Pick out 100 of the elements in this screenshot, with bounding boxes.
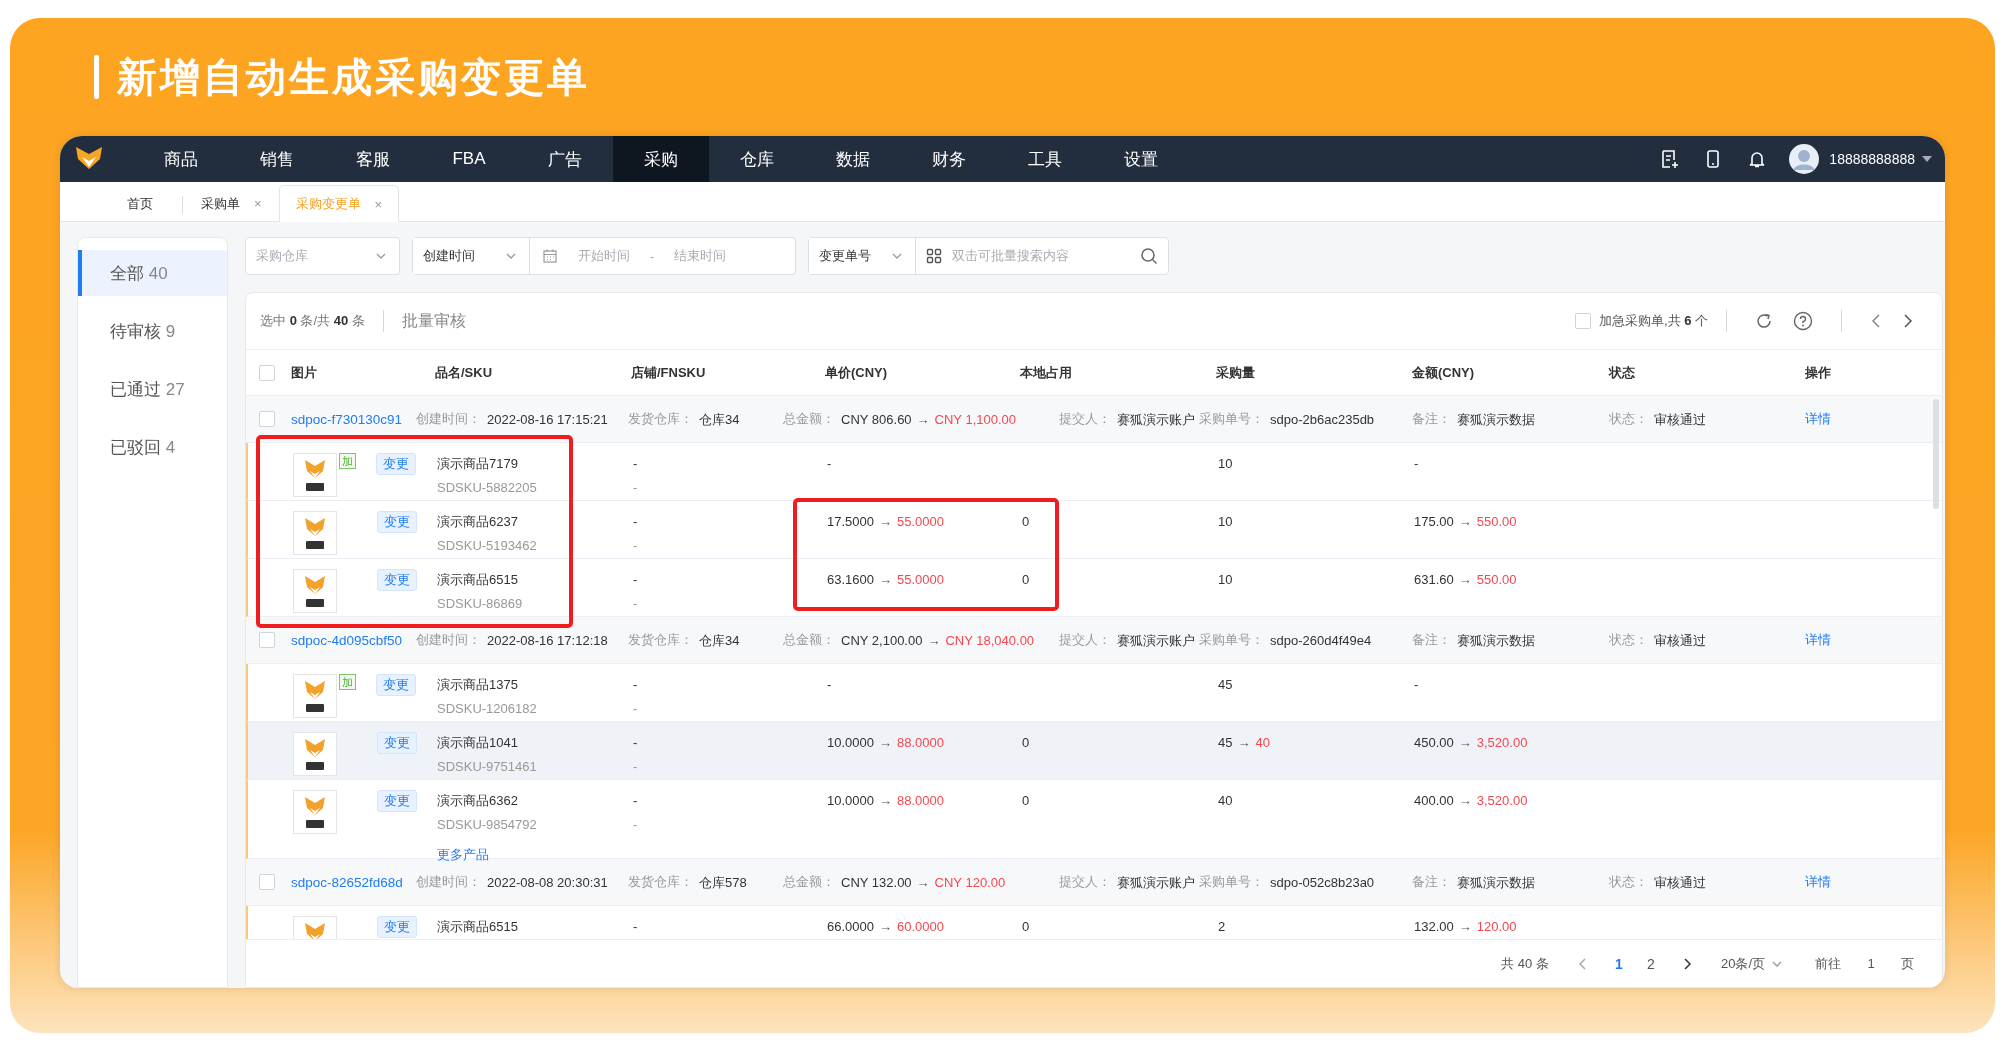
sku-text: SDSKU-86869 (437, 595, 524, 613)
field-label: 创建时间： (416, 410, 481, 428)
page-size-select[interactable]: 20条/页 (1720, 954, 1783, 973)
table-cell-text: - (633, 758, 639, 776)
chevron-left-icon[interactable] (1870, 313, 1882, 329)
tab-label[interactable]: 采购单 (201, 194, 240, 213)
change-tag: 变更 (377, 790, 417, 812)
title-bar (94, 55, 99, 99)
table-cell-text: CNY 2,100.00 → CNY 18,040.00 (841, 632, 1035, 650)
table-cell-text: 2022-08-16 17:15:21 (487, 411, 608, 429)
table-cell-text: 审核通过 (1654, 632, 1706, 650)
chevron-right-icon[interactable] (1902, 313, 1914, 329)
page-number[interactable]: 1 (1602, 955, 1635, 972)
table-cell-text: 赛狐演示数据 (1457, 632, 1535, 650)
table-cell-text: 10 (1218, 455, 1234, 473)
table-cell-text: - (633, 918, 639, 936)
nav-menu-item[interactable]: 工具 (997, 136, 1093, 182)
table-cell-text: 审核通过 (1654, 411, 1706, 429)
nav-menu-item[interactable]: 设置 (1093, 136, 1189, 182)
tab-label[interactable]: 首页 (127, 194, 153, 213)
nav-menu-item[interactable]: 仓库 (709, 136, 805, 182)
table-cell-text: CNY 806.60 → CNY 1,100.00 (841, 411, 1017, 429)
details-link[interactable]: 详情 (1805, 873, 1831, 891)
nav-menu-item[interactable]: 财务 (901, 136, 997, 182)
order-number-link[interactable]: sdpoc-f730130c91 (291, 411, 416, 427)
scrollbar[interactable] (1933, 399, 1939, 509)
table-cell-text: 0 (1022, 918, 1031, 936)
checkbox[interactable] (1574, 313, 1591, 329)
field-label: 状态： (1609, 631, 1648, 649)
table-cell-text: - (1414, 455, 1420, 473)
table-cell-text: 45 → 40 (1218, 734, 1271, 752)
nav-menu-item[interactable]: 数据 (805, 136, 901, 182)
banner-title: 新增自动生成采购变更单 (117, 53, 590, 101)
status-filter-item[interactable]: 全部 40 (78, 250, 227, 296)
column-header: 图片 (291, 363, 318, 382)
table-cell-text: - (633, 595, 639, 613)
column-header: 本地占用 (1020, 363, 1073, 382)
status-filter-item[interactable]: 已驳回 4 (78, 424, 227, 470)
product-name: 演示商品6362 (437, 792, 519, 810)
notes-add-icon[interactable] (1659, 149, 1680, 169)
field-label: 采购单号： (1199, 410, 1264, 428)
details-link[interactable]: 详情 (1805, 410, 1831, 428)
table-cell-text: 0 (1022, 571, 1031, 589)
field-label: 备注： (1412, 410, 1451, 428)
nav-menu-item[interactable]: 采购 (613, 136, 709, 182)
table-cell-text: 66.0000 → 60.0000 (827, 918, 945, 936)
nav-menu-item[interactable]: 销售 (229, 136, 325, 182)
table-cell-text: 2 (1218, 918, 1227, 936)
help-icon[interactable] (1793, 311, 1813, 331)
table-cell-text: 45 (1218, 676, 1234, 694)
checkbox[interactable] (259, 632, 275, 648)
table-cell-text: CNY 132.00 → CNY 120.00 (841, 874, 1006, 892)
field-label: 采购单号： (1199, 873, 1264, 891)
page-tab[interactable]: 采购单 × (184, 185, 279, 221)
nav-menu-item[interactable]: FBA (421, 136, 517, 182)
table-cell-text: 仓库34 (699, 411, 740, 429)
refresh-icon[interactable] (1755, 312, 1773, 330)
table-cell-text: sdpo-052c8b23a0 (1270, 874, 1375, 892)
field-label: 总金额： (783, 631, 835, 649)
page-input[interactable]: 1 (1853, 955, 1889, 972)
nav-menu-item[interactable]: 广告 (517, 136, 613, 182)
field-label: 提交人： (1059, 410, 1111, 428)
chevron-right-icon[interactable] (1682, 956, 1693, 971)
table-cell-text: 2022-08-08 20:30:31 (487, 874, 608, 892)
page-tab[interactable]: 首页 (102, 185, 184, 221)
column-header: 状态 (1609, 363, 1636, 382)
nav-menu-item[interactable]: 客服 (325, 136, 421, 182)
checkbox[interactable] (259, 411, 275, 427)
table-cell-text: 400.00 → 3,520.00 (1414, 792, 1529, 810)
order-number-link[interactable]: sdpoc-82652fd68d (291, 874, 416, 890)
table-cell-text: 仓库578 (699, 874, 747, 892)
avatar-icon[interactable] (1789, 144, 1820, 174)
added-tag: 加 (339, 453, 356, 469)
table-cell-text: 10 (1218, 513, 1234, 531)
field-label: 创建时间： (416, 631, 481, 649)
status-filter-item[interactable]: 已通过 27 (78, 366, 227, 412)
page-number[interactable]: 2 (1634, 955, 1667, 972)
table-cell-text: 0 (1022, 792, 1031, 810)
status-filter-item[interactable]: 待审核 9 (78, 308, 227, 354)
sku-text: SDSKU-5193462 (437, 537, 538, 555)
checkbox[interactable] (259, 364, 275, 381)
table-cell-text: - (633, 792, 639, 810)
table-cell-text: - (1414, 676, 1420, 694)
field-label: 备注： (1412, 873, 1451, 891)
more-products-link[interactable]: 更多产品 (437, 846, 633, 864)
order-number-link[interactable]: sdpoc-4d095cbf50 (291, 632, 416, 648)
user-menu[interactable]: 18888888888 (1829, 151, 1915, 167)
caret-icon[interactable] (1921, 155, 1933, 163)
field-label: 总金额： (783, 410, 835, 428)
product-name: 演示商品6237 (437, 513, 519, 531)
field-label: 采购单号： (1199, 631, 1264, 649)
product-name: 演示商品6515 (437, 571, 519, 589)
table-cell-text: 2022-08-16 17:12:18 (487, 632, 608, 650)
field-label: 发货仓库： (628, 873, 693, 891)
table-cell-text: 赛狐演示账户 (1117, 411, 1195, 429)
details-link[interactable]: 详情 (1805, 631, 1831, 649)
table-cell-text: sdpo-2b6ac235db (1270, 411, 1375, 429)
nav-menu-item[interactable]: 商品 (133, 136, 229, 182)
checkbox[interactable] (259, 874, 275, 890)
change-tag: 变更 (376, 453, 416, 475)
